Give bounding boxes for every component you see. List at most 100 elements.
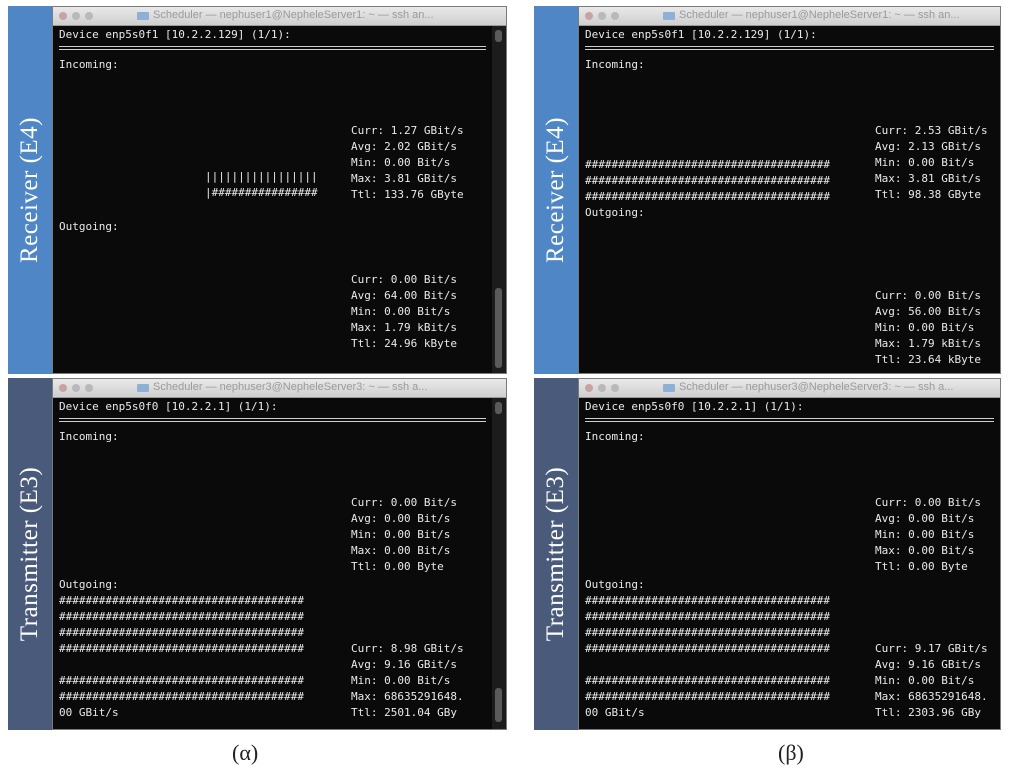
outgoing-label: Outgoing: [59,578,119,591]
separator-line [59,421,486,422]
folder-icon [663,12,675,20]
graph-line: ##################################### [59,690,305,703]
stat-total: Ttl: 24.96 kByte [351,337,457,350]
graph-tail: 00 GBit/s [585,706,645,719]
graph-line: ##################################### [59,642,305,655]
window-title: Scheduler — nephuser3@NepheleServer3: ~ … [153,381,428,393]
stat-avg: Avg: 9.16 GBit/s [875,658,981,671]
terminal-output: Device enp5s0f0 [10.2.2.1] (1/1): Incomi… [579,398,1000,729]
scrollbar-thumb[interactable] [495,402,502,414]
scrollbar-thumb[interactable] [495,30,502,42]
caption-beta: (β) [778,740,804,765]
stat-avg: Avg: 64.00 Bit/s [351,289,457,302]
scrollbar-thumb-lower[interactable] [495,688,502,722]
minimize-dot-icon[interactable] [72,384,80,392]
zoom-dot-icon[interactable] [611,12,619,20]
stat-total: Ttl: 0.00 Byte [351,560,444,573]
close-dot-icon[interactable] [585,12,593,20]
window-title: Scheduler — nephuser1@NepheleServer1: ~ … [153,9,434,21]
close-dot-icon[interactable] [59,384,67,392]
graph-line: ##################################### [585,190,831,203]
graph-line: ##################################### [59,610,305,623]
graph-line: ##################################### [585,642,831,655]
graph-line: ##################################### [585,174,831,187]
zoom-dot-icon[interactable] [85,384,93,392]
stat-max: Max: 3.81 GBit/s [351,172,457,185]
graph-tail: 00 GBit/s [59,706,119,719]
folder-icon [663,384,675,392]
stat-total: Ttl: 23.64 kByte [875,353,981,366]
stat-min: Min: 0.00 Bit/s [351,305,451,318]
stat-curr: Curr: 0.00 Bit/s [875,289,981,302]
stat-max: Max: 1.79 kBit/s [875,337,981,350]
receiver-side-label: Receiver (E4) [8,6,52,374]
stat-total: Ttl: 2303.96 GBy [875,706,981,719]
outgoing-label: Outgoing: [585,578,645,591]
stat-avg: Avg: 0.00 Bit/s [875,512,975,525]
graph-line: ##################################### [585,674,831,687]
stat-curr: Curr: 9.17 GBit/s [875,642,988,655]
stat-avg: Avg: 0.00 Bit/s [351,512,451,525]
graph-line: ##################################### [585,690,831,703]
stat-max: Max: 68635291648. [875,690,988,703]
terminal-output: Device enp5s0f1 [10.2.2.129] (1/1): Inco… [53,26,492,373]
stat-curr: Curr: 0.00 Bit/s [351,496,457,509]
window-titlebar: Scheduler — nephuser3@NepheleServer3: ~ … [579,379,1000,398]
stat-total: Ttl: 133.76 GByte [351,188,464,201]
graph-line: |################ [205,186,318,199]
terminal-window-receiver: Scheduler — nephuser1@NepheleServer1: ~ … [578,6,1001,374]
stat-total: Ttl: 98.38 GByte [875,188,981,201]
close-dot-icon[interactable] [59,12,67,20]
stat-min: Min: 0.00 Bit/s [875,156,975,169]
separator-line [585,46,994,47]
stat-total: Ttl: 2501.04 GBy [351,706,457,719]
separator-line [585,49,994,50]
device-line: Device enp5s0f0 [10.2.2.1] (1/1): [585,400,804,413]
outgoing-label: Outgoing: [585,206,645,219]
incoming-label: Incoming: [585,58,645,71]
window-titlebar: Scheduler — nephuser3@NepheleServer3: ~ … [53,379,506,398]
folder-icon [137,12,149,20]
stat-max: Max: 3.81 GBit/s [875,172,981,185]
receiver-label: Receiver (E4) [542,116,569,264]
graph-line: ##################################### [59,626,305,639]
scrollbar[interactable] [492,398,506,729]
device-line: Device enp5s0f1 [10.2.2.129] (1/1): [585,28,817,41]
minimize-dot-icon[interactable] [598,12,606,20]
transmitter-label: Transmitter (E3) [16,466,43,642]
device-line: Device enp5s0f1 [10.2.2.129] (1/1): [59,28,291,41]
separator-line [59,46,486,47]
stat-total: Ttl: 0.00 Byte [875,560,968,573]
zoom-dot-icon[interactable] [611,384,619,392]
graph-line: ##################################### [585,626,831,639]
zoom-dot-icon[interactable] [85,12,93,20]
minimize-dot-icon[interactable] [598,384,606,392]
transmitter-label: Transmitter (E3) [542,466,569,642]
stat-max: Max: 0.00 Bit/s [351,544,451,557]
incoming-label: Incoming: [59,58,119,71]
window-title: Scheduler — nephuser3@NepheleServer3: ~ … [679,381,954,393]
stat-curr: Curr: 1.27 GBit/s [351,124,464,137]
stat-min: Min: 0.00 Bit/s [875,528,975,541]
receiver-side-label: Receiver (E4) [534,6,578,374]
close-dot-icon[interactable] [585,384,593,392]
stat-curr: Curr: 8.98 GBit/s [351,642,464,655]
terminal-window-receiver: Scheduler — nephuser1@NepheleServer1: ~ … [52,6,507,374]
separator-line [59,418,486,419]
stat-max: Max: 0.00 Bit/s [875,544,975,557]
stat-avg: Avg: 56.00 Bit/s [875,305,981,318]
scrollbar[interactable] [492,26,506,373]
stat-max: Max: 68635291648. [351,690,464,703]
stat-avg: Avg: 2.13 GBit/s [875,140,981,153]
separator-line [585,421,994,422]
transmitter-side-label: Transmitter (E3) [8,378,52,730]
folder-icon [137,384,149,392]
minimize-dot-icon[interactable] [72,12,80,20]
device-line: Device enp5s0f0 [10.2.2.1] (1/1): [59,400,278,413]
separator-line [585,418,994,419]
graph-line: ##################################### [585,594,831,607]
terminal-window-transmitter: Scheduler — nephuser3@NepheleServer3: ~ … [52,378,507,730]
scrollbar-thumb-lower[interactable] [495,288,502,368]
terminal-output: Device enp5s0f0 [10.2.2.1] (1/1): Incomi… [53,398,492,729]
window-title: Scheduler — nephuser1@NepheleServer1: ~ … [679,9,960,21]
